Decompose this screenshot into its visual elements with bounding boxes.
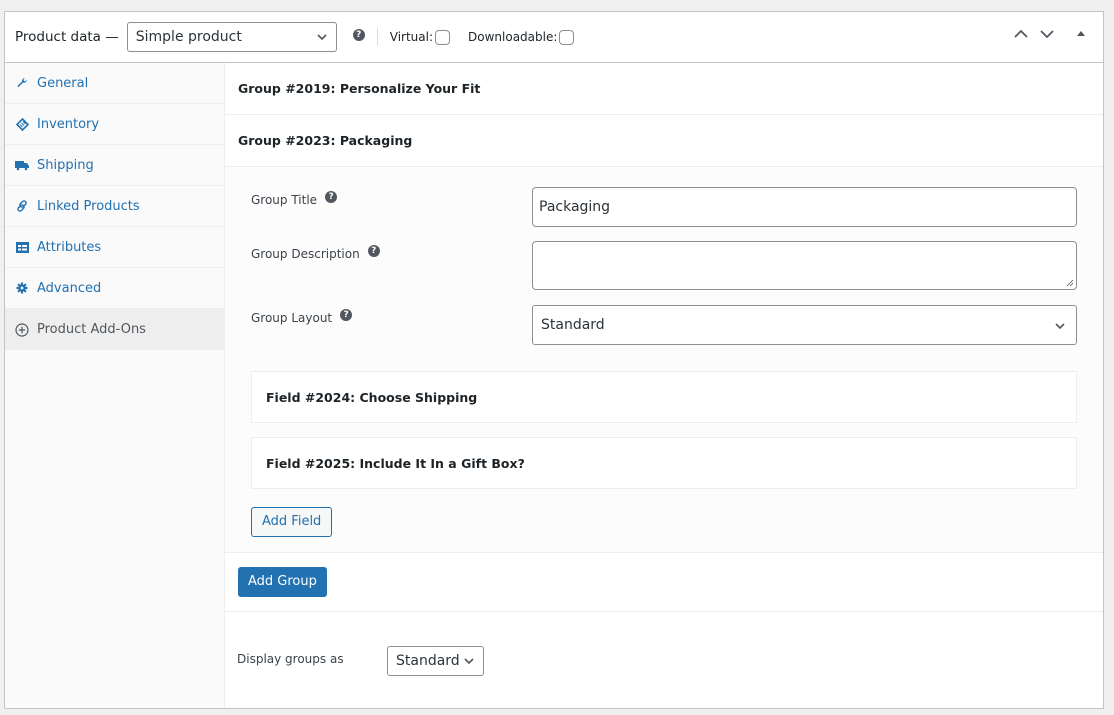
link-icon: [15, 199, 29, 213]
product-data-tabs: General Inventory Shipping Linked Produc…: [5, 63, 225, 708]
group-title-input[interactable]: Packaging: [532, 187, 1077, 227]
tab-label: Shipping: [37, 157, 94, 173]
label-text: Group Description: [251, 247, 360, 261]
list-card-icon: [15, 240, 29, 254]
chevron-down-icon: [464, 658, 474, 665]
tab-product-add-ons[interactable]: Product Add-Ons: [5, 309, 224, 350]
help-icon[interactable]: ?: [340, 309, 353, 321]
tab-attributes[interactable]: Attributes: [5, 227, 224, 268]
truck-icon: [15, 158, 29, 172]
product-type-value: Simple product: [135, 29, 242, 45]
group-title: Group #2023: Packaging: [238, 133, 413, 148]
group-settings: Group Title ? Packaging Group Descriptio…: [225, 167, 1103, 553]
group-title-value: Packaging: [539, 199, 611, 215]
virtual-checkbox[interactable]: [435, 29, 451, 45]
label-text: Group Layout: [251, 311, 333, 325]
field-header[interactable]: Field #2024: Choose Shipping: [251, 371, 1077, 423]
chevron-down-icon: [1055, 323, 1065, 330]
display-groups-value: Standard: [396, 653, 460, 669]
tab-label: Product Add-Ons: [37, 322, 146, 337]
display-groups-select[interactable]: Standard: [387, 646, 484, 676]
panel-controls: [1013, 28, 1089, 40]
group-layout-row: Group Layout ? Standard: [251, 305, 1077, 345]
product-type-select[interactable]: Simple product: [126, 22, 337, 52]
tab-shipping[interactable]: Shipping: [5, 145, 224, 186]
group-layout-label: Group Layout ?: [251, 309, 353, 325]
tab-label: Inventory: [37, 116, 100, 132]
tab-inventory[interactable]: Inventory: [5, 104, 224, 145]
group-description-row: Group Description ?: [251, 241, 1077, 290]
virtual-option[interactable]: Virtual:: [389, 29, 451, 45]
add-group-button[interactable]: Add Group: [238, 567, 327, 597]
help-icon[interactable]: ?: [325, 191, 338, 203]
product-data-title: Product data —: [15, 29, 119, 45]
tag-icon: [15, 117, 29, 131]
display-groups-row: Display groups as Standard: [225, 612, 1103, 710]
group-description-textarea[interactable]: [532, 241, 1077, 290]
tab-label: Attributes: [37, 239, 102, 255]
downloadable-option[interactable]: Downloadable:: [468, 29, 575, 45]
group-layout-value: Standard: [541, 317, 605, 333]
group-title-label: Group Title ?: [251, 191, 338, 207]
move-up-icon[interactable]: [1013, 28, 1029, 40]
tab-general[interactable]: General: [5, 63, 224, 104]
group-title: Group #2019: Personalize Your Fit: [238, 81, 481, 96]
product-data-panel: Product data — Simple product ? Virtual:…: [4, 11, 1104, 709]
chevron-down-icon: [317, 34, 327, 41]
gear-icon: [15, 281, 29, 295]
help-icon[interactable]: ?: [352, 29, 365, 41]
add-field-button[interactable]: Add Field: [251, 507, 333, 537]
tab-linked-products[interactable]: Linked Products: [5, 186, 224, 227]
group-header[interactable]: Group #2023: Packaging: [225, 115, 1103, 167]
move-down-icon[interactable]: [1039, 28, 1055, 40]
help-icon[interactable]: ?: [367, 245, 380, 257]
downloadable-checkbox[interactable]: [559, 29, 575, 45]
virtual-label: Virtual:: [389, 30, 434, 44]
group-header[interactable]: Group #2019: Personalize Your Fit: [225, 63, 1103, 115]
field-title: Field #2024: Choose Shipping: [266, 389, 478, 405]
tab-label: Advanced: [37, 280, 102, 296]
group-description-label: Group Description ?: [251, 245, 380, 261]
resize-handle-icon[interactable]: [1066, 279, 1074, 287]
tab-label: Linked Products: [37, 198, 140, 214]
product-data-header: Product data — Simple product ? Virtual:…: [5, 12, 1103, 63]
display-groups-label: Display groups as: [237, 652, 344, 666]
divider: [376, 28, 378, 46]
collapse-toggle-icon[interactable]: [1073, 28, 1089, 40]
tab-advanced[interactable]: Advanced: [5, 268, 224, 309]
label-text: Group Title: [251, 193, 318, 207]
downloadable-label: Downloadable:: [468, 30, 558, 44]
group-title-row: Group Title ? Packaging: [251, 187, 1077, 227]
field-title: Field #2025: Include It In a Gift Box?: [266, 455, 525, 471]
plus-circle-icon: [15, 322, 29, 337]
add-ons-content: Group #2019: Personalize Your Fit Group …: [225, 63, 1103, 708]
wrench-icon: [15, 76, 29, 90]
field-header[interactable]: Field #2025: Include It In a Gift Box?: [251, 437, 1077, 489]
add-group-section: Add Group: [225, 553, 1103, 612]
group-layout-select[interactable]: Standard: [532, 305, 1077, 345]
tab-label: General: [37, 75, 89, 91]
